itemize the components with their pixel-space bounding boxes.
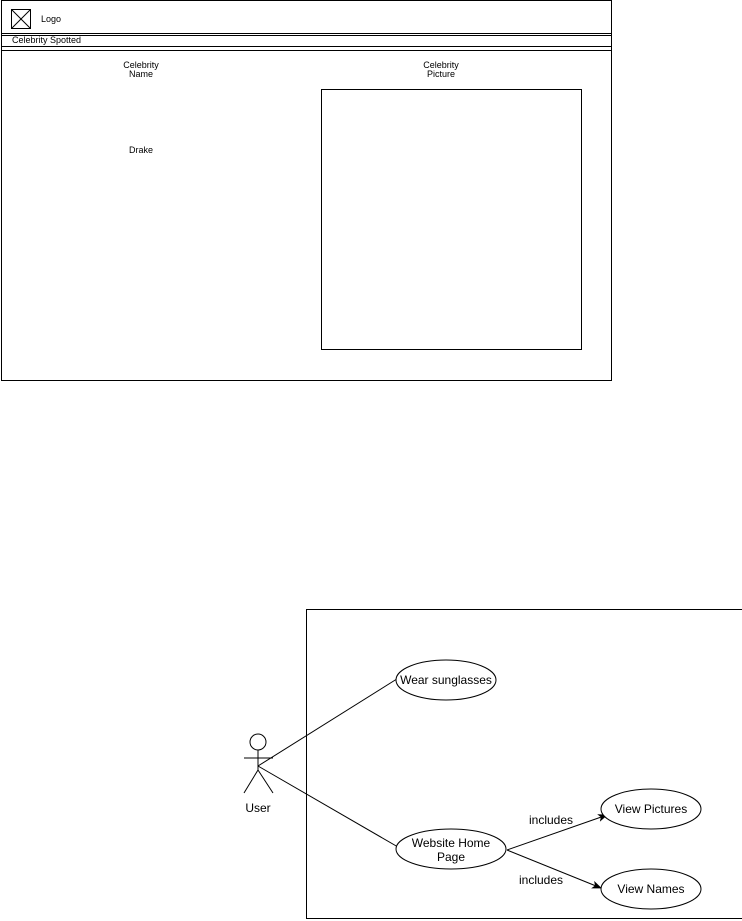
- actor-label: User: [245, 801, 271, 815]
- includes-label: includes: [529, 813, 574, 827]
- use-case-label-line: Website Home: [411, 836, 491, 850]
- association-line: [257, 765, 399, 848]
- association-line: [257, 676, 401, 767]
- includes-label: includes: [519, 873, 564, 887]
- use-case-connectors: [243, 659, 702, 910]
- use-case-wear-sunglasses: Wear sunglasses: [400, 673, 492, 687]
- use-case-label-line: Page: [436, 850, 466, 864]
- actor-figure-icon: [243, 733, 274, 794]
- use-case-view-names: View Names: [617, 882, 685, 896]
- use-case-website-home-page: Website Home Page: [396, 836, 506, 864]
- use-case-view-pictures: View Pictures: [614, 802, 688, 816]
